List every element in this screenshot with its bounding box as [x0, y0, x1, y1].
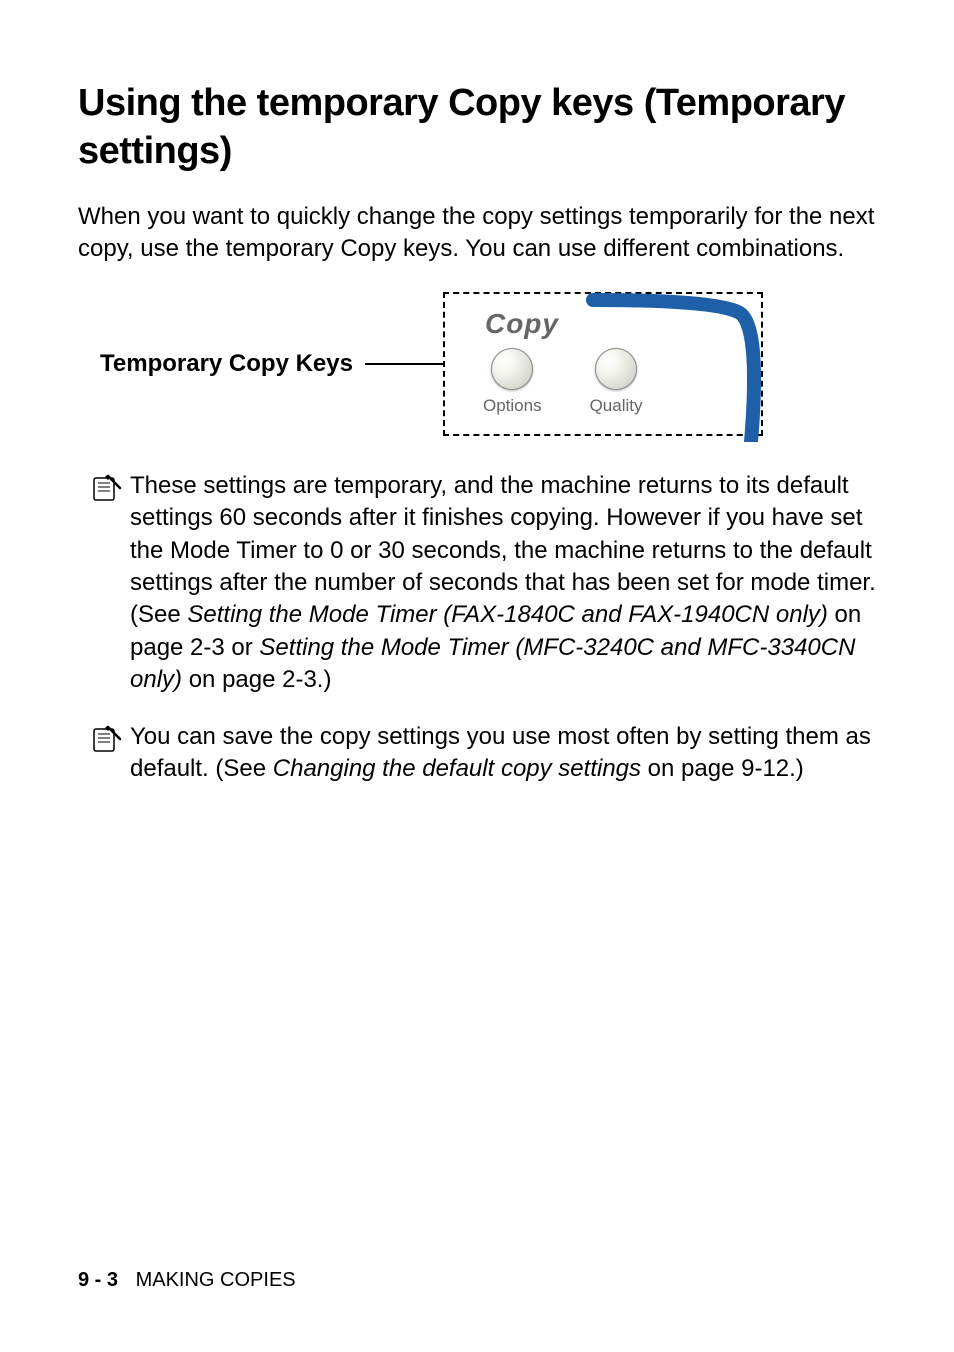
note-icon: [90, 470, 130, 697]
copy-title: Copy: [485, 308, 559, 340]
section-heading: Using the temporary Copy keys (Temporary…: [78, 80, 876, 175]
round-button-icon: [491, 348, 533, 390]
note-block-2: You can save the copy settings you use m…: [90, 721, 876, 786]
note-icon: [90, 721, 130, 786]
note-block-1: These settings are temporary, and the ma…: [90, 470, 876, 697]
page-number: 9 - 3: [78, 1269, 118, 1291]
options-label: Options: [483, 396, 542, 416]
note-text-1: These settings are temporary, and the ma…: [130, 470, 876, 697]
page-footer: 9 - 3 MAKING COPIES: [78, 1269, 296, 1292]
section-name: MAKING COPIES: [136, 1269, 296, 1291]
note-text-2: You can save the copy settings you use m…: [130, 721, 876, 786]
options-button: Options: [483, 348, 542, 416]
quality-label: Quality: [590, 396, 643, 416]
quality-button: Quality: [590, 348, 643, 416]
connector-line-icon: [365, 363, 443, 365]
copy-panel: Copy Options Quality: [443, 292, 763, 436]
round-button-icon: [595, 348, 637, 390]
intro-paragraph: When you want to quickly change the copy…: [78, 201, 876, 266]
diagram-row: Temporary Copy Keys Copy Options Quality: [78, 292, 876, 436]
diagram-label: Temporary Copy Keys: [100, 350, 353, 378]
